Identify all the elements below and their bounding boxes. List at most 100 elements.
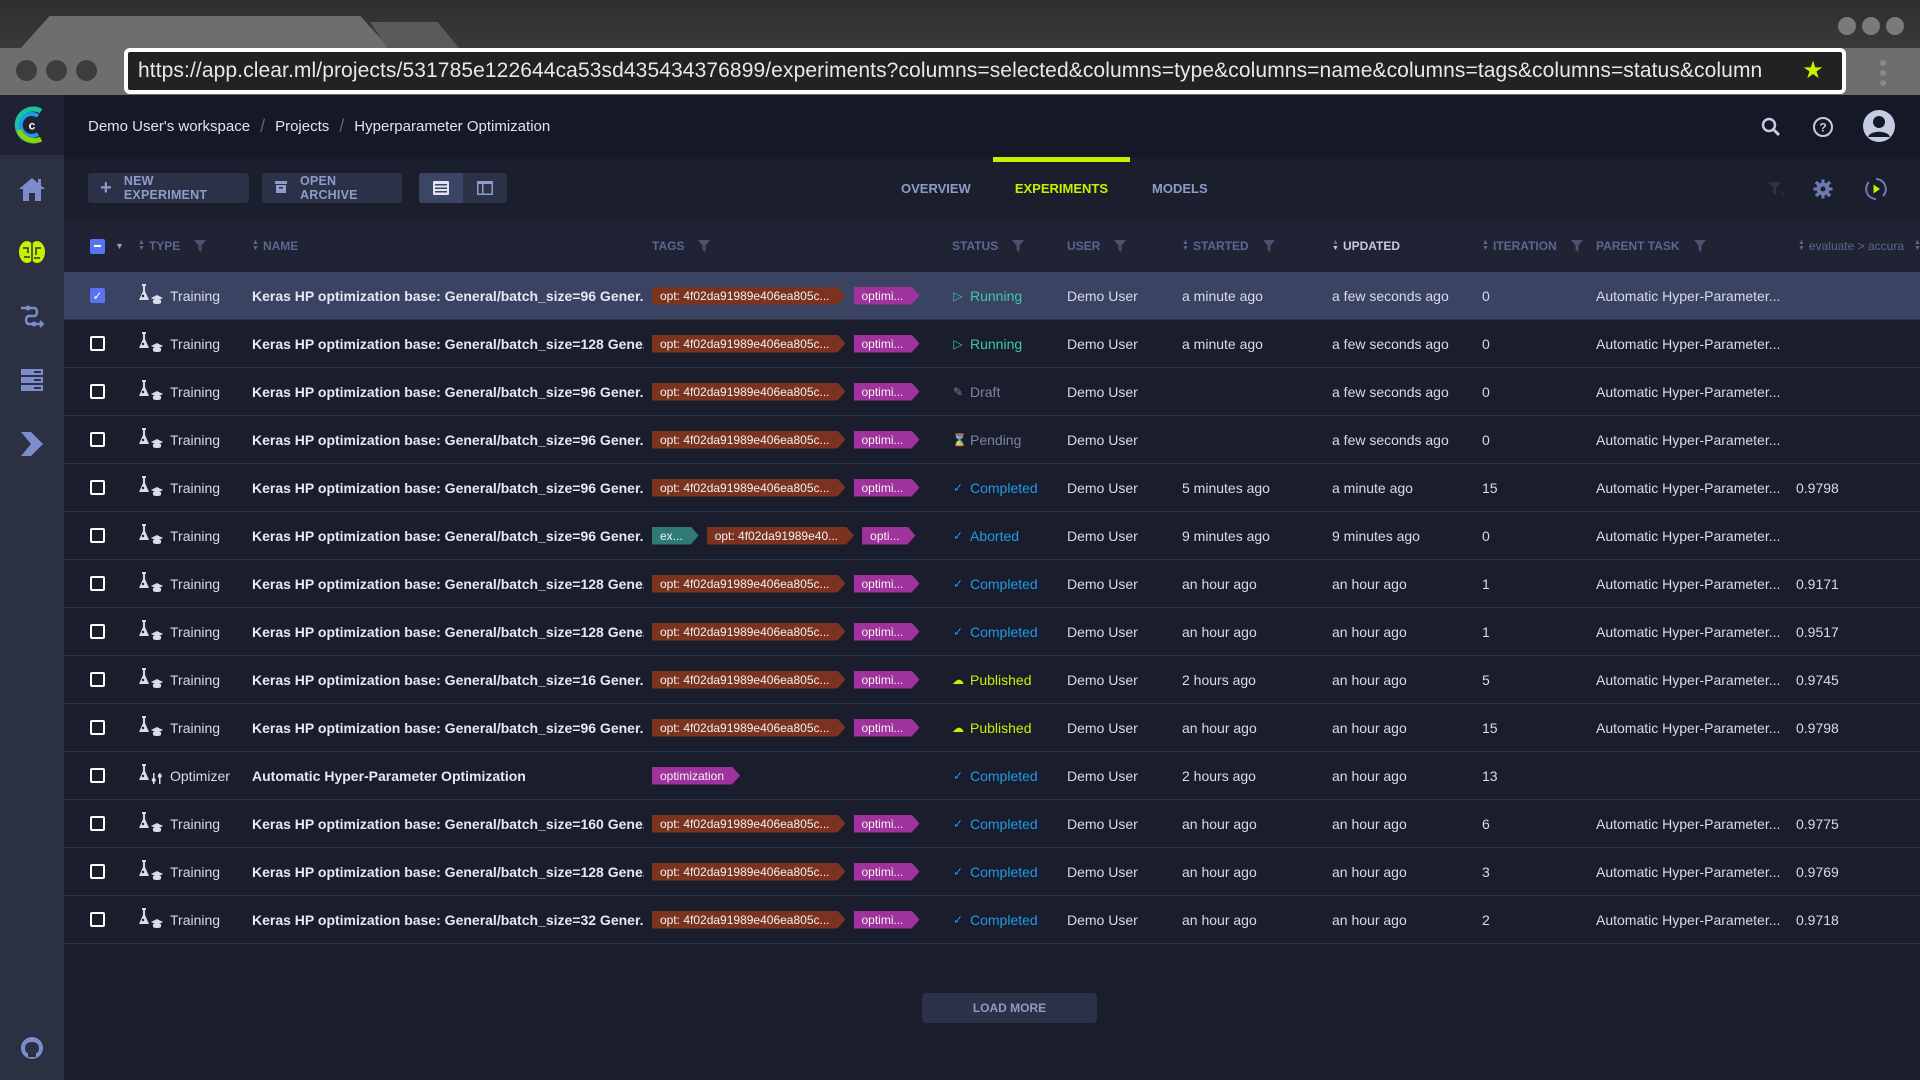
column-started[interactable]: ▲ ▼ STARTED (1182, 220, 1275, 272)
tag-chip[interactable]: optimi... (854, 383, 920, 401)
row-select[interactable] (90, 464, 105, 511)
row-select[interactable] (90, 368, 105, 415)
tag-chip[interactable]: optimi... (854, 815, 920, 833)
address-bar[interactable]: https://app.clear.ml/projects/531785e122… (124, 48, 1846, 94)
parent-task-link[interactable]: Automatic Hyper-Parameter... (1596, 816, 1780, 832)
experiment-name[interactable]: Keras HP optimization base: General/batc… (252, 672, 644, 688)
row-select[interactable] (90, 416, 105, 463)
parent-task-link[interactable]: Automatic Hyper-Parameter... (1596, 864, 1780, 880)
tag-chip[interactable]: optimization (652, 767, 740, 785)
url-text[interactable]: https://app.clear.ml/projects/531785e122… (138, 59, 1790, 83)
parent-task-cell[interactable]: Automatic Hyper-Parameter... (1596, 704, 1780, 751)
table-row[interactable]: Training Keras HP optimization base: Gen… (64, 800, 1920, 848)
table-row[interactable]: Training Keras HP optimization base: Gen… (64, 656, 1920, 704)
filter-icon[interactable] (1012, 240, 1025, 252)
table-row[interactable]: Training Keras HP optimization base: Gen… (64, 896, 1920, 944)
parent-task-link[interactable]: Automatic Hyper-Parameter... (1596, 624, 1780, 640)
tag-chip[interactable]: opt: 4f02da91989e406ea805c... (652, 335, 846, 353)
browser-tab-active[interactable] (20, 16, 390, 49)
tag-chip[interactable]: optimi... (854, 575, 920, 593)
parent-task-link[interactable]: Automatic Hyper-Parameter... (1596, 576, 1780, 592)
column-parent-task[interactable]: PARENT TASK (1596, 220, 1706, 272)
pipeline-icon[interactable] (14, 298, 50, 334)
experiment-name[interactable]: Automatic Hyper-Parameter Optimization (252, 768, 526, 784)
table-row[interactable]: Training Keras HP optimization base: Gen… (64, 848, 1920, 896)
parent-task-link[interactable]: Automatic Hyper-Parameter... (1596, 720, 1780, 736)
tab-overview[interactable]: OVERVIEW (879, 157, 993, 220)
filter-icon[interactable] (194, 240, 207, 252)
home-icon[interactable] (14, 171, 50, 207)
parent-task-link[interactable]: Automatic Hyper-Parameter... (1596, 528, 1780, 544)
column-metric[interactable]: ▲ ▼ evaluate > accura (1798, 220, 1918, 272)
parent-task-cell[interactable]: Automatic Hyper-Parameter... (1596, 560, 1780, 607)
tag-chip[interactable]: optimi... (854, 719, 920, 737)
table-row[interactable]: Training Keras HP optimization base: Gen… (64, 704, 1920, 752)
parent-task-link[interactable]: Automatic Hyper-Parameter... (1596, 288, 1780, 304)
parent-task-cell[interactable]: Automatic Hyper-Parameter... (1596, 848, 1780, 895)
parent-task-cell[interactable]: Automatic Hyper-Parameter... (1596, 416, 1780, 463)
tag-chip[interactable]: optimi... (854, 431, 920, 449)
table-row[interactable]: Optimizer Automatic Hyper-Parameter Opti… (64, 752, 1920, 800)
load-more-button[interactable]: LOAD MORE (922, 993, 1097, 1023)
parent-task-cell[interactable]: Automatic Hyper-Parameter... (1596, 656, 1780, 703)
parent-task-cell[interactable]: Automatic Hyper-Parameter... (1596, 800, 1780, 847)
experiment-name[interactable]: Keras HP optimization base: General/batc… (252, 864, 644, 880)
sort-icon[interactable]: ▲ ▼ (138, 239, 145, 252)
select-all-checkbox[interactable] (90, 238, 105, 254)
parent-task-cell[interactable]: Automatic Hyper-Parameter... (1596, 368, 1780, 415)
auto-refresh-icon[interactable] (1861, 174, 1891, 204)
row-checkbox[interactable] (90, 912, 105, 927)
window-minimize-button[interactable] (46, 60, 67, 81)
tag-chip[interactable]: opt: 4f02da91989e406ea805c... (652, 815, 846, 833)
table-view-button[interactable] (419, 173, 463, 203)
parent-task-cell[interactable]: Automatic Hyper-Parameter... (1596, 608, 1780, 655)
name-cell[interactable]: Keras HP optimization base: General/batc… (252, 560, 644, 607)
window-close-button[interactable] (16, 60, 37, 81)
name-cell[interactable]: Automatic Hyper-Parameter Optimization (252, 752, 644, 799)
name-cell[interactable]: Keras HP optimization base: General/batc… (252, 800, 644, 847)
details-view-button[interactable] (463, 173, 507, 203)
name-cell[interactable]: Keras HP optimization base: General/batc… (252, 608, 644, 655)
row-checkbox[interactable]: ✓ (90, 288, 105, 303)
column-metric-sort[interactable]: ▲ ▼ (1914, 220, 1920, 272)
parent-task-cell[interactable]: Automatic Hyper-Parameter... (1596, 320, 1780, 367)
row-select[interactable] (90, 896, 105, 943)
sort-icon[interactable]: ▲ ▼ (1798, 239, 1805, 252)
github-icon[interactable] (14, 1030, 50, 1066)
parent-task-cell[interactable]: Automatic Hyper-Parameter... (1596, 512, 1780, 559)
server-icon[interactable] (14, 362, 50, 398)
column-type[interactable]: ▲ ▼ TYPE (138, 220, 207, 272)
table-row[interactable]: Training Keras HP optimization base: Gen… (64, 608, 1920, 656)
breadcrumb-project[interactable]: Hyperparameter Optimization (354, 118, 550, 135)
column-iteration[interactable]: ▲ ▼ ITERATION (1482, 220, 1583, 272)
sort-icon[interactable]: ▲ ▼ (1182, 239, 1189, 252)
experiment-name[interactable]: Keras HP optimization base: General/batc… (252, 288, 644, 304)
row-checkbox[interactable] (90, 480, 105, 495)
kebab-icon[interactable] (1880, 60, 1886, 86)
tag-chip[interactable]: ex... (652, 527, 699, 545)
row-select[interactable] (90, 800, 105, 847)
tag-chip[interactable]: opt: 4f02da91989e406ea805c... (652, 671, 846, 689)
sort-desc-icon[interactable]: ▲ ▼ (1332, 239, 1339, 252)
clearml-logo[interactable]: c (0, 95, 64, 155)
table-row[interactable]: Training Keras HP optimization base: Gen… (64, 320, 1920, 368)
filter-icon[interactable] (1570, 240, 1583, 252)
table-row[interactable]: Training Keras HP optimization base: Gen… (64, 368, 1920, 416)
column-status[interactable]: STATUS (952, 220, 1025, 272)
breadcrumb-workspace[interactable]: Demo User's workspace (88, 118, 250, 135)
tag-chip[interactable]: opt: 4f02da91989e406ea805c... (652, 623, 846, 641)
filter-icon[interactable] (1114, 240, 1127, 252)
row-checkbox[interactable] (90, 432, 105, 447)
filter-icon[interactable] (698, 240, 711, 252)
tag-chip[interactable]: optimi... (854, 911, 920, 929)
row-select[interactable]: ✓ (90, 272, 105, 319)
row-checkbox[interactable] (90, 576, 105, 591)
row-select[interactable] (90, 560, 105, 607)
experiment-name[interactable]: Keras HP optimization base: General/batc… (252, 432, 644, 448)
table-row[interactable]: Training Keras HP optimization base: Gen… (64, 512, 1920, 560)
column-user[interactable]: USER (1067, 220, 1127, 272)
brain-icon[interactable] (14, 234, 50, 270)
tag-chip[interactable]: optimi... (854, 287, 920, 305)
row-select[interactable] (90, 608, 105, 655)
row-checkbox[interactable] (90, 768, 105, 783)
